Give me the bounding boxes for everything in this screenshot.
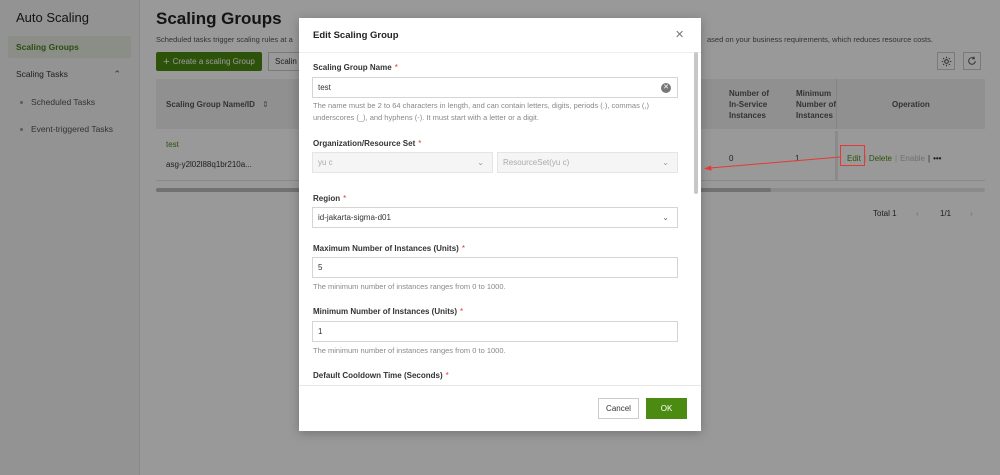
label-text: Scaling Group Name <box>313 63 392 72</box>
cooldown-time-label: Default Cooldown Time (Seconds) * <box>313 371 449 380</box>
organization-resource-set-label: Organization/Resource Set * <box>313 139 421 148</box>
input-value: 1 <box>318 327 323 336</box>
dialog-footer: Cancel OK <box>299 385 701 431</box>
clear-icon[interactable]: ✕ <box>661 83 671 93</box>
required-mark: * <box>461 244 465 253</box>
label-text: Region <box>313 194 341 203</box>
chevron-down-icon: ⌄ <box>662 158 669 167</box>
input-value: test <box>318 83 331 92</box>
edit-scaling-group-dialog: Edit Scaling Group ✕ Scaling Group Name *… <box>299 18 701 431</box>
max-instances-hint: The minimum number of instances ranges f… <box>313 282 506 291</box>
close-icon[interactable]: ✕ <box>675 28 684 41</box>
dialog-title: Edit Scaling Group <box>313 30 399 41</box>
cancel-button[interactable]: Cancel <box>598 398 639 419</box>
region-select[interactable]: id-jakarta-sigma-d01 ⌄ <box>312 207 678 228</box>
required-mark: * <box>394 63 398 72</box>
scaling-group-name-input[interactable]: test ✕ <box>312 77 678 98</box>
max-instances-input[interactable]: 5 <box>312 257 678 278</box>
hint-line: The name must be 2 to 64 characters in l… <box>313 101 649 110</box>
min-instances-label: Minimum Number of Instances (Units) * <box>313 307 463 316</box>
label-text: Organization/Resource Set <box>313 139 416 148</box>
max-instances-label: Maximum Number of Instances (Units) * <box>313 244 465 253</box>
scaling-group-name-hint: The name must be 2 to 64 characters in l… <box>313 100 649 124</box>
resource-set-select: ResourceSet(yu c) ⌄ <box>497 152 678 173</box>
required-mark: * <box>418 139 422 148</box>
min-instances-hint: The minimum number of instances ranges f… <box>313 346 506 355</box>
chevron-down-icon: ⌄ <box>477 158 484 167</box>
select-value: yu c <box>318 158 333 167</box>
dialog-scrollbar[interactable] <box>694 52 698 194</box>
organization-select: yu c ⌄ <box>312 152 493 173</box>
ok-button[interactable]: OK <box>646 398 687 419</box>
required-mark: * <box>445 371 449 380</box>
annotation-highlight-box <box>840 145 865 166</box>
label-text: Default Cooldown Time (Seconds) <box>313 371 443 380</box>
scaling-group-name-label: Scaling Group Name * <box>313 63 398 72</box>
input-value: 5 <box>318 263 323 272</box>
dialog-header-divider <box>299 52 701 53</box>
label-text: Minimum Number of Instances (Units) <box>313 307 458 316</box>
region-label: Region * <box>313 194 346 203</box>
label-text: Maximum Number of Instances (Units) <box>313 244 459 253</box>
select-value: ResourceSet(yu c) <box>503 158 570 167</box>
required-mark: * <box>343 194 347 203</box>
hint-line: underscores (_), and hyphens (-). It mus… <box>313 113 539 122</box>
chevron-down-icon: ⌄ <box>662 213 669 222</box>
min-instances-input[interactable]: 1 <box>312 321 678 342</box>
select-value: id-jakarta-sigma-d01 <box>318 213 391 222</box>
required-mark: * <box>460 307 464 316</box>
